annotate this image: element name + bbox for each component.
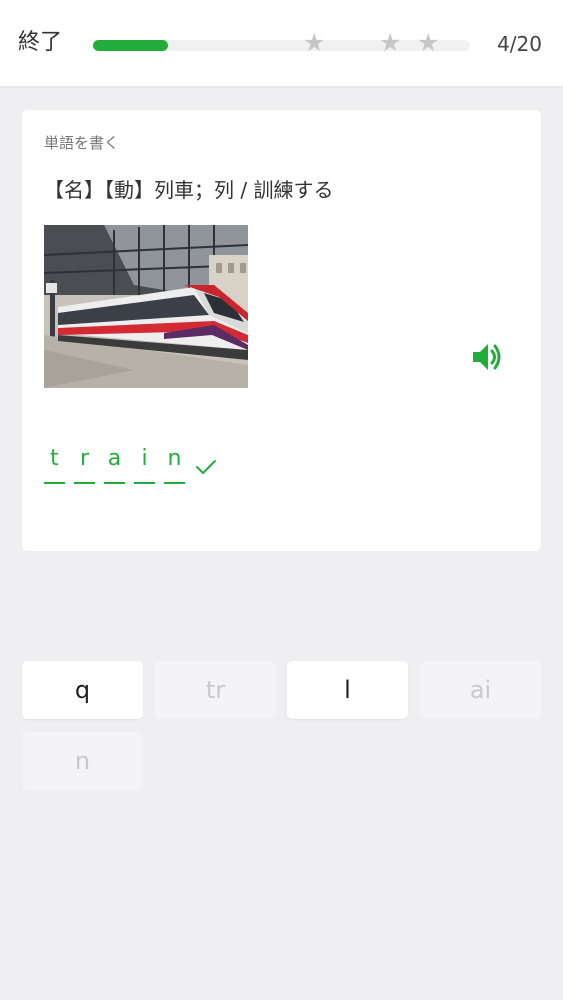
progress-fill <box>93 40 169 51</box>
speaker-icon[interactable] <box>470 340 504 374</box>
letter-tile-tr: tr <box>155 661 276 719</box>
letter-tile-q[interactable]: q <box>22 661 143 719</box>
answer-letter-slot: a <box>104 444 125 486</box>
question-card: 単語を書く 【名】【動】列車；列 / 訓練する t r a i n <box>22 110 541 551</box>
letter-tile-n: n <box>22 732 143 790</box>
letter-tile-ai: ai <box>420 661 541 719</box>
answer-letter-slot: r <box>74 444 95 486</box>
train-image <box>44 225 248 388</box>
progress-bar <box>93 40 470 51</box>
quit-button[interactable]: 終了 <box>18 26 62 60</box>
star-icon: ★ <box>303 28 326 57</box>
star-icon: ★ <box>379 28 402 57</box>
star-icon: ★ <box>417 28 440 57</box>
top-bar: 終了 ★ ★ ★ 4/20 <box>0 0 563 86</box>
prompt-label: 単語を書く <box>44 134 120 152</box>
answer-letter-slot: n <box>164 444 185 486</box>
letter-tile-l[interactable]: l <box>287 661 408 719</box>
definition-text: 【名】【動】列車；列 / 訓練する <box>44 178 334 202</box>
answer-letter-slot: i <box>134 444 155 486</box>
check-icon <box>196 460 216 474</box>
question-counter: 4/20 <box>497 32 542 56</box>
answer-letter-slot: t <box>44 444 65 486</box>
